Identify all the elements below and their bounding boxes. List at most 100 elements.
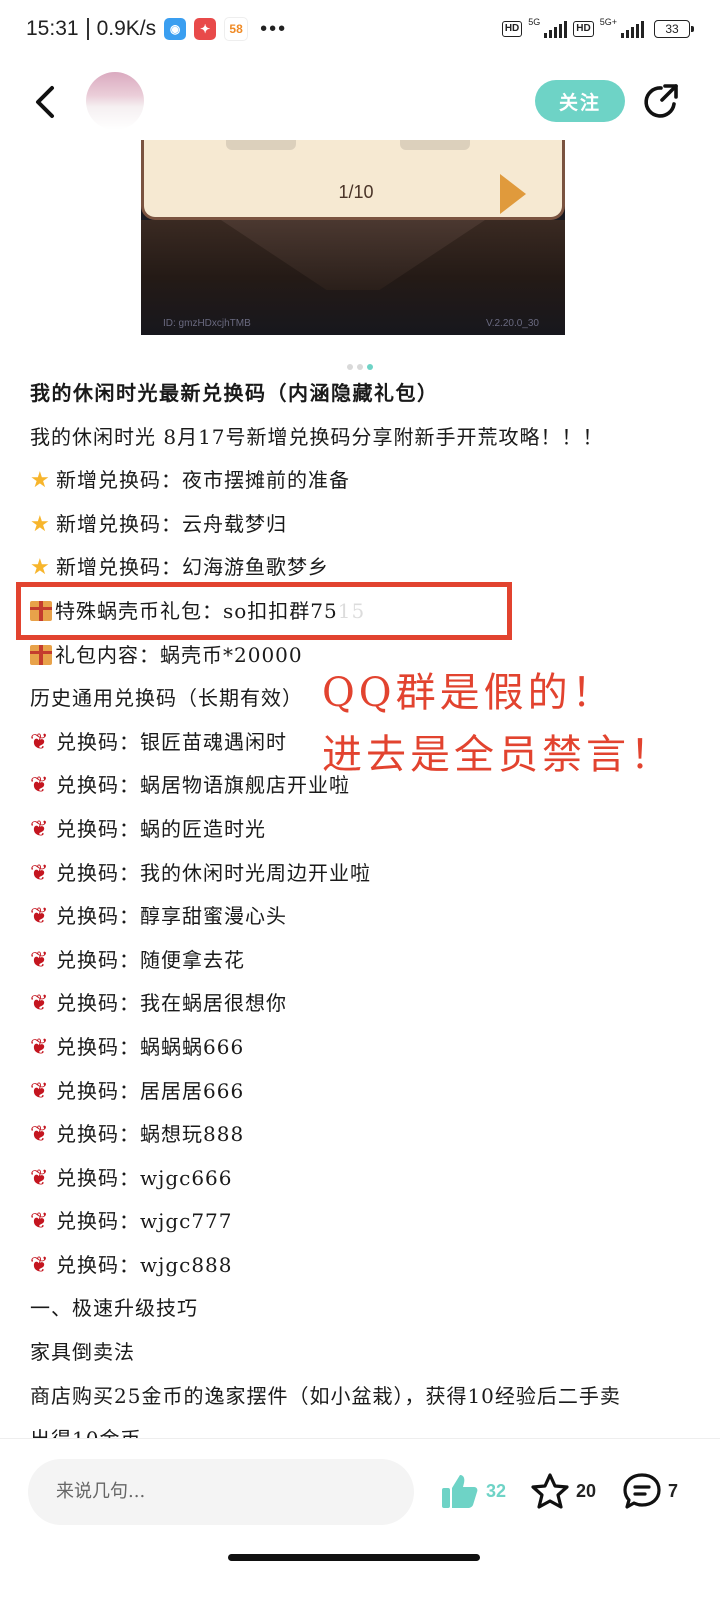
code-text: 兑换码：居居居666 bbox=[56, 1078, 245, 1103]
comment-count: 7 bbox=[668, 1480, 679, 1501]
code-text: 兑换码：蜗居物语旗舰店开业啦 bbox=[56, 773, 350, 798]
follow-button[interactable]: 关注 bbox=[535, 80, 625, 122]
rose-emoji-icon: ❦ bbox=[30, 1209, 50, 1235]
list-item: ❦ 兑换码：蜗的匠造时光 bbox=[30, 808, 690, 852]
post-intro: 我的休闲时光 8月17号新增兑换码分享附新手开荒攻略！！！ bbox=[30, 424, 604, 449]
thumbs-up-icon bbox=[442, 1475, 478, 1508]
bottom-action-bar: 来说几句... 32 20 7 bbox=[0, 1438, 720, 1601]
post-content: 我的休闲时光最新兑换码（内涵隐藏礼包） 我的休闲时光 8月17号新增兑换码分享附… bbox=[30, 372, 690, 1462]
share-button[interactable] bbox=[641, 82, 681, 122]
signal-icon-2 bbox=[621, 20, 644, 38]
list-item: ❦ 兑换码：随便拿去花 bbox=[30, 939, 690, 983]
network-speed: 0.9K/s bbox=[96, 17, 157, 40]
star-emoji-icon: ★ bbox=[30, 511, 51, 537]
game-panel: 1/10 bbox=[141, 140, 565, 220]
hd-badge-2: HD bbox=[573, 21, 594, 37]
code-text: 新增兑换码：幻海游鱼歌梦乡 bbox=[56, 555, 329, 580]
list-item: ❦ 兑换码：wjgc777 bbox=[30, 1200, 690, 1244]
code-text: 兑换码：wjgc666 bbox=[56, 1165, 233, 1190]
comment-icon bbox=[623, 1473, 661, 1509]
rose-emoji-icon: ❦ bbox=[30, 1252, 50, 1278]
back-button[interactable] bbox=[30, 82, 60, 122]
rose-emoji-icon: ❦ bbox=[30, 816, 50, 842]
code-text: 兑换码：醇享甜蜜漫心头 bbox=[56, 904, 287, 929]
list-item: ❦ 兑换码：蜗蜗蜗666 bbox=[30, 1026, 690, 1070]
favorite-button[interactable]: 20 bbox=[530, 1471, 596, 1511]
code-text: 兑换码：wjgc777 bbox=[56, 1209, 233, 1234]
status-left: 15:31 0.9K/s ◉ ✦ 58 ••• bbox=[26, 17, 287, 41]
annotation-text-2: 进去是全员禁言！ bbox=[322, 732, 674, 778]
game-tab bbox=[400, 140, 470, 150]
code-text: 兑换码：随便拿去花 bbox=[56, 947, 245, 972]
status-right: HD 5G HD 5G+ 33 bbox=[501, 17, 694, 38]
next-arrow-icon bbox=[500, 174, 526, 214]
list-item: ❦ 兑换码：我的休闲时光周边开业啦 bbox=[30, 852, 690, 896]
code-text: 兑换码：银匠苗魂遇闲时 bbox=[56, 729, 287, 754]
post-image[interactable]: 1/10 ID: gmzHDxcjhTMB V.2.20.0_30 bbox=[141, 140, 565, 335]
status-time: 15:31 bbox=[26, 17, 79, 40]
list-item: ❦ 兑换码：wjgc888 bbox=[30, 1244, 690, 1288]
app-58-icon: 58 bbox=[224, 17, 249, 41]
like-count: 32 bbox=[486, 1480, 507, 1501]
list-item: ❦ 兑换码：居居居666 bbox=[30, 1070, 690, 1114]
post-header: 关注 bbox=[0, 64, 720, 140]
code-text: 兑换码：蜗想玩888 bbox=[56, 1122, 245, 1147]
game-tab bbox=[226, 140, 296, 150]
like-button[interactable]: 32 bbox=[440, 1471, 506, 1511]
gift-content-text: 礼包内容：蜗壳币*20000 bbox=[55, 642, 303, 667]
post-title: 我的休闲时光最新兑换码（内涵隐藏礼包） bbox=[30, 381, 439, 405]
section-heading: 一、极速升级技巧 bbox=[30, 1296, 198, 1321]
chevron-left-icon bbox=[36, 86, 54, 118]
code-text: 兑换码：我的休闲时光周边开业啦 bbox=[56, 860, 371, 885]
star-icon bbox=[531, 1473, 569, 1509]
list-item: ❦ 兑换码：醇享甜蜜漫心头 bbox=[30, 895, 690, 939]
comment-button[interactable]: 7 bbox=[622, 1471, 678, 1511]
network-type: 5G bbox=[528, 17, 541, 27]
body-text: 商店购买25金币的逸家摆件（如小盆栽），获得10经验后二手卖 bbox=[30, 1383, 621, 1408]
game-version-text: V.2.20.0_30 bbox=[485, 318, 539, 329]
highlight-box bbox=[16, 582, 512, 640]
comment-input[interactable]: 来说几句... bbox=[28, 1459, 414, 1525]
rose-emoji-icon: ❦ bbox=[30, 991, 50, 1017]
code-text: 兑换码：我在蜗居很想你 bbox=[56, 991, 287, 1016]
list-item: ❦ 兑换码：我在蜗居很想你 bbox=[30, 982, 690, 1026]
rose-emoji-icon: ❦ bbox=[30, 947, 50, 973]
list-item: ★ 新增兑换码：夜市摆摊前的准备 bbox=[30, 459, 690, 503]
hd-badge: HD bbox=[501, 21, 523, 37]
home-indicator[interactable] bbox=[228, 1554, 480, 1561]
list-item: ❦ 兑换码：wjgc666 bbox=[30, 1157, 690, 1201]
code-text: 兑换码：蜗的匠造时光 bbox=[56, 816, 266, 841]
rose-emoji-icon: ❦ bbox=[30, 1034, 50, 1060]
code-text: 新增兑换码：云舟载梦归 bbox=[56, 511, 287, 536]
status-separator bbox=[86, 18, 89, 40]
carousel-dot-active bbox=[367, 364, 373, 370]
rose-emoji-icon: ❦ bbox=[30, 729, 50, 755]
app-notification-icon: ◉ bbox=[164, 18, 187, 40]
game-id-text: ID: gmzHDxcjhTMB bbox=[163, 318, 251, 329]
subsection-heading: 家具倒卖法 bbox=[30, 1340, 135, 1365]
carousel-dot bbox=[347, 364, 353, 370]
code-text: 兑换码：蜗蜗蜗666 bbox=[56, 1034, 245, 1059]
annotation-text-1: QQ群是假的！ bbox=[322, 670, 616, 716]
share-icon bbox=[644, 84, 678, 118]
author-avatar[interactable] bbox=[86, 72, 144, 130]
app-notification-icon-2: ✦ bbox=[194, 18, 217, 40]
list-item: ❦ 兑换码：蜗想玩888 bbox=[30, 1113, 690, 1157]
battery-icon: 33 bbox=[654, 20, 694, 38]
code-text: 兑换码：wjgc888 bbox=[56, 1252, 233, 1277]
carousel-dot bbox=[357, 364, 363, 370]
rose-emoji-icon: ❦ bbox=[30, 773, 50, 799]
star-emoji-icon: ★ bbox=[30, 468, 51, 494]
signal-icon bbox=[544, 20, 568, 38]
favorite-count: 20 bbox=[576, 1480, 597, 1501]
status-bar: 15:31 0.9K/s ◉ ✦ 58 ••• HD 5G HD 5G+ 33 bbox=[0, 0, 720, 64]
rose-emoji-icon: ❦ bbox=[30, 860, 50, 886]
rose-emoji-icon: ❦ bbox=[30, 1165, 50, 1191]
gift-emoji-icon bbox=[30, 644, 52, 665]
list-item: ★ 新增兑换码：云舟载梦归 bbox=[30, 503, 690, 547]
code-text: 新增兑换码：夜市摆摊前的准备 bbox=[56, 468, 350, 493]
rose-emoji-icon: ❦ bbox=[30, 1078, 50, 1104]
network-type-2: 5G+ bbox=[599, 17, 617, 27]
rose-emoji-icon: ❦ bbox=[30, 904, 50, 930]
rose-emoji-icon: ❦ bbox=[30, 1122, 50, 1148]
